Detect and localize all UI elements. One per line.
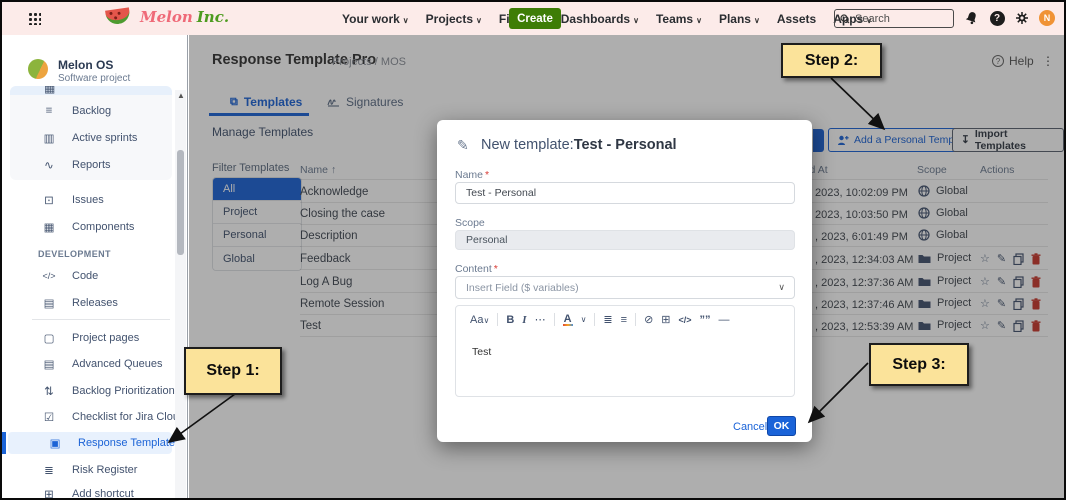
chevron-down-icon: ∨ xyxy=(696,16,702,25)
checklist-icon: ☑ xyxy=(40,410,58,424)
sidebar-item-issues[interactable]: ⊡ Issues xyxy=(2,190,174,210)
create-button[interactable]: Create xyxy=(509,8,561,29)
new-template-dialog: ✎ New template:Test - Personal Name* Tes… xyxy=(437,120,812,442)
sidebar-item-partial[interactable]: ▦ xyxy=(10,86,172,95)
sidebar-item-project-pages[interactable]: ▢ Project pages xyxy=(2,328,174,348)
insert-table-button[interactable]: ⊞ xyxy=(661,313,670,326)
watermelon-logo-icon xyxy=(105,7,131,25)
numbered-list-button[interactable]: ≡ xyxy=(621,314,627,326)
help-question-icon[interactable]: ? xyxy=(989,10,1005,26)
cancel-button[interactable]: Cancel xyxy=(733,421,767,433)
chevron-down-icon: ∨ xyxy=(633,16,639,25)
step1-annotation: Step 1: xyxy=(184,347,282,395)
top-navigation-bar: MelonInc. Your work∨ Projects∨ Filters∨ … xyxy=(2,2,1064,35)
nav-assets[interactable]: Assets xyxy=(777,12,816,26)
user-avatar[interactable]: N xyxy=(1039,10,1055,26)
sidebar-item-checklist[interactable]: ☑ Checklist for Jira Cloud xyxy=(2,407,174,427)
issues-icon: ⊡ xyxy=(40,193,58,207)
nav-teams[interactable]: Teams∨ xyxy=(656,12,702,26)
edit-pencil-icon: ✎ xyxy=(457,137,469,154)
search-icon xyxy=(840,14,850,24)
nav-plans[interactable]: Plans∨ xyxy=(719,12,760,26)
app-window: MelonInc. Your work∨ Projects∨ Filters∨ … xyxy=(0,0,1066,500)
components-icon: ▦ xyxy=(40,220,58,234)
app-switcher-icon[interactable] xyxy=(28,12,41,25)
rich-text-editor[interactable]: Aa∨ B I ⋯ A ∨ ≣ ≡ ⊘ ⊞ </> ”” — Test xyxy=(455,305,795,397)
text-color-button[interactable]: A xyxy=(563,314,573,326)
chevron-down-icon: ∨ xyxy=(754,16,760,25)
sidebar-item-add-shortcut[interactable]: ⊞ Add shortcut xyxy=(2,484,174,500)
board-icon: ▦ xyxy=(44,86,55,95)
code-block-button[interactable]: </> xyxy=(679,315,692,325)
sidebar-item-backlog[interactable]: ≡ Backlog xyxy=(2,101,174,121)
chevron-down-icon: ∨ xyxy=(403,16,409,25)
scope-input-disabled: Personal xyxy=(455,230,795,250)
active-sprints-icon: ▥ xyxy=(40,131,58,145)
content-field-label: Content* xyxy=(455,263,498,275)
italic-button[interactable]: I xyxy=(522,314,526,326)
step3-annotation: Step 3: xyxy=(869,343,969,386)
editor-content-text[interactable]: Test xyxy=(472,346,491,358)
sidebar-item-releases[interactable]: ▤ Releases xyxy=(2,293,174,313)
link-button[interactable]: ⊘ xyxy=(644,313,653,326)
development-section-header: DEVELOPMENT xyxy=(38,249,111,259)
scope-field-label: Scope xyxy=(455,217,485,229)
dialog-title: New template:Test - Personal xyxy=(481,137,677,153)
chevron-down-icon: ∨ xyxy=(476,16,482,25)
sidebar-item-active-sprints[interactable]: ▥ Active sprints xyxy=(2,128,174,148)
nav-dashboards[interactable]: Dashboards∨ xyxy=(561,12,639,26)
advanced-queues-icon: ▤ xyxy=(40,357,58,371)
ok-button[interactable]: OK xyxy=(767,416,796,436)
font-style-button[interactable]: Aa∨ xyxy=(470,314,489,326)
project-sidebar: Melon OS Software project ▦ ≡ Backlog ▥ … xyxy=(2,35,188,500)
chevron-down-icon: ∨ xyxy=(778,282,785,293)
response-templates-icon: ▣ xyxy=(46,436,64,450)
name-field-label: Name* xyxy=(455,169,489,181)
sidebar-item-advanced-queues[interactable]: ▤ Advanced Queues xyxy=(2,354,174,374)
sidebar-item-components[interactable]: ▦ Components xyxy=(2,217,174,237)
project-name: Melon OS xyxy=(58,58,113,72)
project-pages-icon: ▢ xyxy=(40,331,58,345)
sidebar-item-response-templates[interactable]: ▣ Response Templates xyxy=(8,432,172,454)
step2-annotation: Step 2: xyxy=(781,43,882,78)
scrollbar-up-arrow[interactable]: ▲ xyxy=(177,91,185,100)
sidebar-item-risk-register[interactable]: ≣ Risk Register xyxy=(2,460,174,480)
nav-projects[interactable]: Projects∨ xyxy=(426,12,482,26)
sidebar-item-reports[interactable]: ∿ Reports xyxy=(2,155,174,175)
chevron-down-icon: ∨ xyxy=(581,315,587,324)
quote-button[interactable]: ”” xyxy=(700,314,711,326)
search-input[interactable]: Search xyxy=(834,9,954,28)
sidebar-divider xyxy=(32,319,170,320)
releases-icon: ▤ xyxy=(40,296,58,310)
bold-button[interactable]: B xyxy=(506,314,514,326)
backlog-icon: ≡ xyxy=(40,105,58,117)
sidebar-scrollbar-thumb[interactable] xyxy=(177,150,184,255)
selected-item-indicator xyxy=(2,432,6,454)
add-shortcut-icon: ⊞ xyxy=(40,487,58,500)
bullet-list-button[interactable]: ≣ xyxy=(603,313,612,326)
reports-icon: ∿ xyxy=(40,158,58,172)
risk-register-icon: ≣ xyxy=(40,463,58,477)
horizontal-rule-button[interactable]: — xyxy=(719,314,730,326)
settings-gear-icon[interactable] xyxy=(1014,10,1030,26)
code-icon: </> xyxy=(40,271,58,281)
backlog-prioritization-icon: ⇅ xyxy=(40,384,58,398)
name-input[interactable]: Test - Personal xyxy=(455,182,795,204)
primary-nav: Your work∨ Projects∨ Filters∨ Dashboards… xyxy=(342,2,872,35)
sidebar-item-code[interactable]: </> Code xyxy=(2,266,174,286)
project-type: Software project xyxy=(58,73,130,84)
project-avatar xyxy=(28,59,48,79)
editor-toolbar: Aa∨ B I ⋯ A ∨ ≣ ≡ ⊘ ⊞ </> ”” — xyxy=(470,313,730,326)
brand-logo[interactable]: MelonInc. xyxy=(140,8,229,26)
sidebar-item-backlog-prioritization[interactable]: ⇅ Backlog Prioritization xyxy=(2,381,174,401)
more-formatting-button[interactable]: ⋯ xyxy=(535,313,546,326)
nav-your-work[interactable]: Your work∨ xyxy=(342,12,409,26)
insert-field-dropdown[interactable]: Insert Field ($ variables) ∨ xyxy=(455,276,795,299)
notifications-bell-icon[interactable] xyxy=(963,10,979,26)
